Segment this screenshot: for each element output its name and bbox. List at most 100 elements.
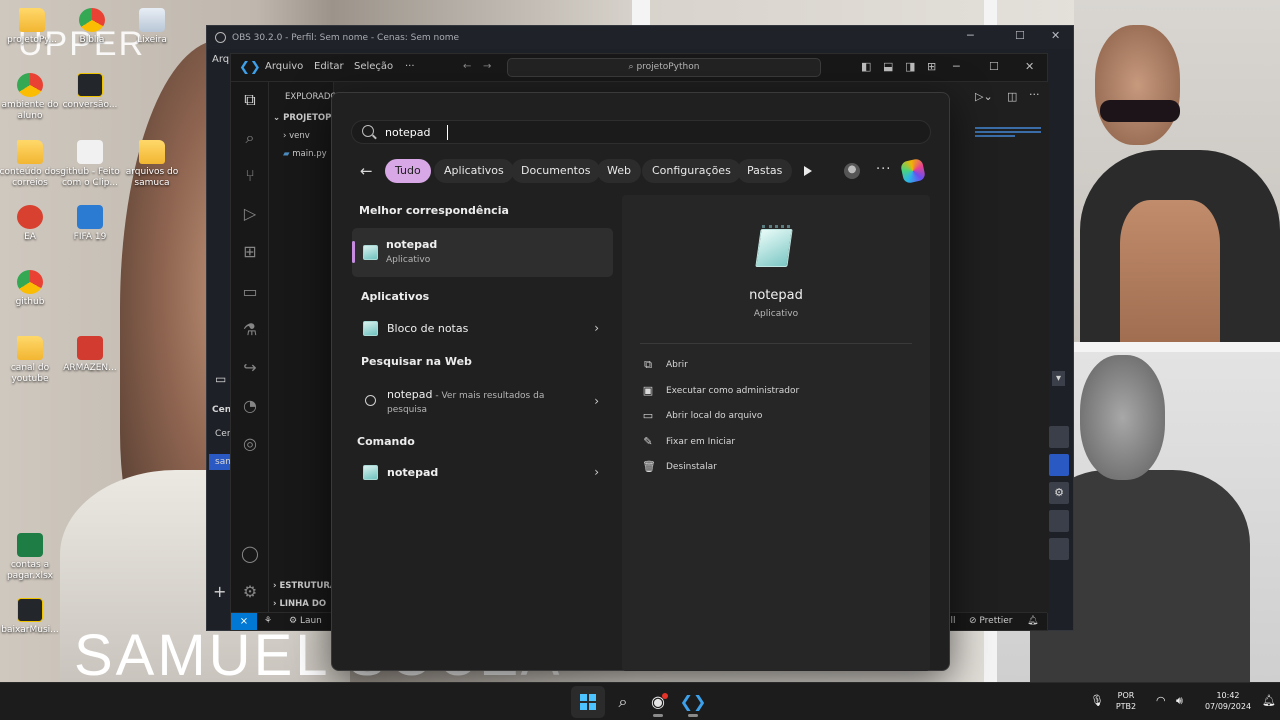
taskbar-search-button[interactable]: ⌕: [606, 686, 640, 718]
source-control-icon[interactable]: ⑂: [240, 166, 260, 186]
account-icon[interactable]: ◯: [240, 544, 260, 564]
filter-pastas[interactable]: Pastas: [737, 159, 793, 183]
action-abrir[interactable]: ⧉ Abrir: [642, 358, 912, 374]
copilot-icon[interactable]: [899, 157, 927, 185]
status-prettier[interactable]: ⊘ Prettier: [969, 616, 1013, 626]
filter-web[interactable]: Web: [597, 159, 641, 183]
web-result[interactable]: notepad - Ver mais resultados da pesquis…: [354, 385, 613, 419]
app-result-bloco-de-notas[interactable]: Bloco de notas ›: [354, 318, 613, 338]
action-abrir-local[interactable]: ▭ Abrir local do arquivo: [642, 409, 912, 425]
tree-item-venv[interactable]: › venv: [283, 131, 310, 141]
filter-aplicativos[interactable]: Aplicativos: [434, 159, 514, 183]
action-desinstalar[interactable]: 🗑︎ Desinstalar: [642, 460, 912, 476]
filter-documentos[interactable]: Documentos: [511, 159, 601, 183]
desktop-icon-biblia[interactable]: Bíblia: [60, 8, 124, 46]
obs-preview-icon[interactable]: ▭: [215, 372, 226, 386]
desktop-icon-conversao[interactable]: conversão...: [58, 73, 122, 111]
testing-icon[interactable]: ⚗: [240, 320, 260, 340]
menu-arquivo[interactable]: Arquivo: [265, 61, 303, 72]
tree-item-main-py[interactable]: ▰ main.py: [283, 149, 327, 159]
search-input[interactable]: [385, 124, 885, 141]
desktop-icon-fifa[interactable]: FIFA 19: [58, 205, 122, 243]
obs-control-button-active[interactable]: [1049, 454, 1069, 476]
add-scene-icon[interactable]: +: [213, 582, 226, 601]
run-python-icon[interactable]: ▷⌄: [975, 90, 993, 103]
live-share-icon[interactable]: ↪: [240, 358, 260, 378]
user-avatar-icon[interactable]: [844, 163, 860, 179]
forward-arrow-icon[interactable]: →: [483, 61, 491, 72]
action-executar-admin[interactable]: ▣ Executar como administrador: [642, 384, 912, 400]
close-icon[interactable]: ✕: [1051, 29, 1060, 42]
manage-gear-icon[interactable]: ⚙: [240, 582, 260, 602]
wifi-icon[interactable]: ◠: [1156, 695, 1166, 706]
desktop-icon-contas[interactable]: contas a pagar.xlsx: [0, 533, 62, 582]
filter-configuracoes[interactable]: Configurações: [642, 159, 741, 183]
split-editor-icon[interactable]: ◫: [1007, 90, 1017, 103]
command-result[interactable]: notepad ›: [354, 462, 613, 482]
maximize-icon[interactable]: ☐: [1015, 29, 1025, 42]
more-actions-icon[interactable]: ···: [1029, 88, 1040, 101]
minimize-icon[interactable]: ─: [953, 60, 960, 73]
best-match-result[interactable]: notepad Aplicativo: [352, 228, 613, 277]
remote-indicator-icon[interactable]: ⨯: [231, 613, 257, 630]
chevron-right-icon[interactable]: ›: [594, 394, 599, 408]
menu-more[interactable]: ···: [405, 61, 415, 72]
back-arrow-icon[interactable]: ←: [360, 162, 373, 180]
obs-settings-button[interactable]: ⚙: [1049, 482, 1069, 504]
start-button[interactable]: [571, 686, 605, 718]
more-filters-play-icon[interactable]: [804, 166, 812, 176]
desktop-icon-canal-youtube[interactable]: canal do youtube: [0, 336, 62, 385]
microphone-icon[interactable]: 🎙︎: [1090, 695, 1104, 706]
obs-dropdown-icon[interactable]: ▾: [1052, 371, 1066, 386]
desktop-icon-github-clip[interactable]: github - Feito com o Clip...: [58, 140, 122, 189]
search-box[interactable]: [351, 120, 931, 144]
input-language[interactable]: POR PTB2: [1110, 690, 1142, 712]
menu-editar[interactable]: Editar: [314, 61, 344, 72]
toggle-sidebar-icon[interactable]: ◧: [861, 60, 871, 73]
filter-tudo[interactable]: Tudo: [385, 159, 431, 183]
run-debug-icon[interactable]: ▷: [240, 204, 260, 224]
ports-icon[interactable]: ⚘: [264, 616, 272, 626]
desktop-icon-ea[interactable]: EA: [0, 205, 62, 243]
desktop-icon-armazen[interactable]: ARMAZEN...: [58, 336, 122, 374]
outline-section[interactable]: › ESTRUTURA: [273, 581, 336, 591]
taskbar-vscode-button[interactable]: ❮❯: [676, 686, 710, 718]
menu-selecao[interactable]: Seleção: [354, 61, 393, 72]
docker-icon[interactable]: ◎: [240, 434, 260, 454]
back-arrow-icon[interactable]: ←: [463, 61, 471, 72]
customize-layout-icon[interactable]: ⊞: [927, 60, 936, 73]
git-graph-icon[interactable]: ◔: [240, 396, 260, 416]
desktop-icon-correios[interactable]: conteúdo dos correios: [0, 140, 62, 189]
desktop-icon-ambiente[interactable]: ambiente do aluno: [0, 73, 62, 122]
more-options-icon[interactable]: ···: [876, 159, 891, 181]
clock[interactable]: 10:42 07/09/2024: [1198, 690, 1258, 712]
maximize-icon[interactable]: ☐: [989, 60, 999, 73]
obs-control-button[interactable]: [1049, 538, 1069, 560]
extensions-icon[interactable]: ⊞: [240, 242, 260, 262]
toggle-secondary-sidebar-icon[interactable]: ◨: [905, 60, 915, 73]
status-launch[interactable]: ⚙ Laun: [289, 616, 322, 626]
taskbar-obs-button[interactable]: ◉: [641, 686, 675, 718]
desktop-icon-baixarmusi[interactable]: baixarMusi...: [0, 598, 62, 636]
command-center-search[interactable]: ⌕ projetoPython: [507, 58, 821, 77]
chevron-right-icon[interactable]: ›: [594, 321, 599, 335]
obs-control-button[interactable]: [1049, 510, 1069, 532]
minimap[interactable]: [975, 127, 1041, 143]
search-icon[interactable]: ⌕: [240, 128, 260, 148]
action-fixar-iniciar[interactable]: ✎ Fixar em Iniciar: [642, 435, 912, 451]
desktop-icon-github[interactable]: github: [0, 270, 62, 308]
timeline-section[interactable]: › LINHA DO: [273, 599, 326, 609]
obs-control-button[interactable]: [1049, 426, 1069, 448]
minimize-icon[interactable]: ─: [967, 29, 974, 42]
desktop-icon-arquivos-samuca[interactable]: arquivos do samuca: [120, 140, 184, 189]
desktop-icon-lixeira[interactable]: Lixeira: [120, 8, 184, 46]
notifications-bell-icon[interactable]: 🔔︎: [1262, 695, 1276, 706]
volume-icon[interactable]: 🔊︎: [1176, 695, 1183, 706]
desktop-icon-projetopy[interactable]: projetoPy...: [0, 8, 64, 46]
close-icon[interactable]: ✕: [1025, 60, 1034, 73]
project-folder[interactable]: ⌄ PROJETOPY: [273, 113, 337, 123]
remote-explorer-icon[interactable]: ▭: [240, 282, 260, 302]
notifications-bell-icon[interactable]: 🔔︎: [1027, 616, 1038, 626]
chevron-right-icon[interactable]: ›: [594, 465, 599, 479]
explorer-icon[interactable]: ⧉: [240, 90, 260, 110]
